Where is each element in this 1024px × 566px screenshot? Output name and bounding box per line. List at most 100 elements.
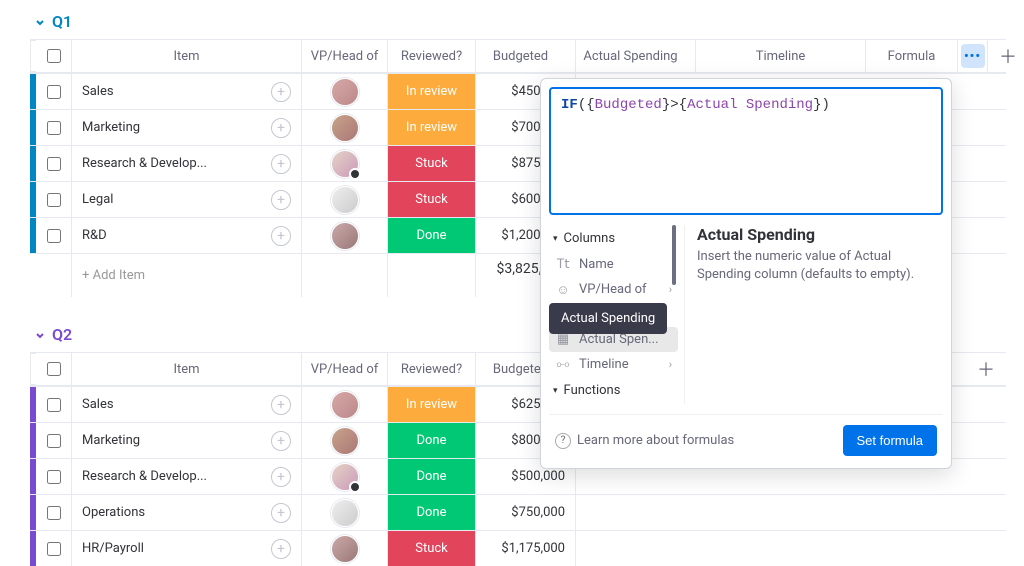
col-reviewed[interactable]: Reviewed? — [388, 353, 476, 385]
row-checkbox[interactable] — [36, 146, 72, 181]
reviewed-cell[interactable]: Stuck — [388, 531, 476, 566]
vp-cell[interactable] — [302, 387, 388, 422]
column-option-vp[interactable]: ☺ VP/Head of › — [549, 277, 678, 302]
add-item-button[interactable]: + Add Item — [72, 254, 302, 297]
functions-section[interactable]: ▾Functions — [549, 377, 678, 404]
chevron-right-icon: › — [669, 358, 672, 371]
plus-icon[interactable]: + — [271, 467, 291, 487]
reviewed-cell[interactable]: Done — [388, 423, 476, 458]
chevron-down-icon — [34, 16, 46, 28]
col-vp[interactable]: VP/Head of — [302, 40, 388, 72]
column-option-timeline[interactable]: ⧟ Timeline › — [549, 352, 678, 377]
row-checkbox[interactable] — [36, 459, 72, 494]
reviewed-cell[interactable]: In review — [388, 387, 476, 422]
item-cell[interactable]: Research & Develop...+ — [72, 459, 302, 494]
col-timeline[interactable]: Timeline — [696, 40, 866, 72]
item-cell[interactable]: Research & Develop...+ — [72, 146, 302, 181]
item-cell[interactable]: Operations+ — [72, 495, 302, 530]
col-reviewed[interactable]: Reviewed? — [388, 40, 476, 72]
col-budgeted[interactable]: Budgeted — [476, 40, 576, 72]
chevron-down-icon — [34, 329, 46, 341]
help-icon: ? — [555, 433, 571, 449]
plus-icon[interactable]: + — [271, 154, 291, 174]
col-item[interactable]: Item — [72, 40, 302, 72]
group-q1-title: Q1 — [52, 12, 72, 31]
set-formula-button[interactable]: Set formula — [843, 425, 937, 456]
vp-cell[interactable] — [302, 459, 388, 494]
people-icon: ☺ — [555, 283, 571, 297]
col-actual[interactable]: Actual Spending — [576, 40, 696, 72]
avatar — [331, 499, 359, 527]
formula-description: Actual Spending Insert the numeric value… — [684, 225, 943, 404]
add-column-button[interactable]: ＋ — [966, 353, 1006, 385]
avatar-badge-icon — [349, 168, 361, 180]
avatar — [331, 114, 359, 142]
plus-icon[interactable]: + — [271, 503, 291, 523]
plus-icon[interactable]: + — [271, 431, 291, 451]
vp-cell[interactable] — [302, 74, 388, 109]
row-checkbox[interactable] — [36, 182, 72, 217]
item-cell[interactable]: Marketing+ — [72, 110, 302, 145]
select-all-checkbox[interactable] — [36, 353, 72, 385]
plus-icon[interactable]: + — [271, 226, 291, 246]
tooltip: Actual Spending — [549, 303, 667, 334]
vp-cell[interactable] — [302, 146, 388, 181]
vp-cell[interactable] — [302, 495, 388, 530]
col-formula[interactable]: Formula — [866, 40, 958, 72]
plus-icon[interactable]: + — [271, 190, 291, 210]
row-checkbox[interactable] — [36, 74, 72, 109]
table-row: Operations+ Done $750,000 — [30, 494, 1006, 530]
reviewed-cell[interactable]: In review — [388, 110, 476, 145]
vp-cell[interactable] — [302, 182, 388, 217]
row-checkbox[interactable] — [36, 387, 72, 422]
select-all-checkbox[interactable] — [36, 40, 72, 72]
item-cell[interactable]: R&D+ — [72, 218, 302, 253]
item-cell[interactable]: HR/Payroll+ — [72, 531, 302, 566]
column-option-name[interactable]: T𝗍 Name — [549, 252, 678, 277]
timeline-icon: ⧟ — [555, 358, 571, 372]
formula-columns-list: ▾Columns T𝗍 Name ☺ VP/Head of › ≡ Review… — [549, 225, 684, 404]
reviewed-cell[interactable]: Done — [388, 495, 476, 530]
columns-section[interactable]: ▾Columns — [549, 225, 678, 252]
item-cell[interactable]: Legal+ — [72, 182, 302, 217]
learn-more-link[interactable]: ? Learn more about formulas — [555, 433, 734, 449]
reviewed-cell[interactable]: Done — [388, 459, 476, 494]
reviewed-cell[interactable]: In review — [388, 74, 476, 109]
row-checkbox[interactable] — [36, 110, 72, 145]
description-title: Actual Spending — [697, 225, 943, 244]
text-icon: T𝗍 — [555, 258, 571, 272]
avatar — [331, 535, 359, 563]
plus-icon[interactable]: + — [271, 118, 291, 138]
reviewed-cell[interactable]: Stuck — [388, 146, 476, 181]
item-cell[interactable]: Sales+ — [72, 387, 302, 422]
row-checkbox[interactable] — [36, 423, 72, 458]
add-column-button[interactable]: ＋ — [988, 40, 1024, 72]
item-cell[interactable]: Marketing+ — [72, 423, 302, 458]
column-more-button[interactable]: ••• — [958, 40, 988, 72]
plus-icon[interactable]: + — [271, 395, 291, 415]
vp-cell[interactable] — [302, 423, 388, 458]
budgeted-cell[interactable]: $750,000 — [476, 495, 576, 530]
reviewed-cell[interactable]: Done — [388, 218, 476, 253]
vp-cell[interactable] — [302, 218, 388, 253]
item-cell[interactable]: Sales+ — [72, 74, 302, 109]
col-item[interactable]: Item — [72, 353, 302, 385]
plus-icon[interactable]: + — [271, 82, 291, 102]
vp-cell[interactable] — [302, 110, 388, 145]
row-checkbox[interactable] — [36, 531, 72, 566]
plus-icon[interactable]: + — [271, 539, 291, 559]
row-checkbox[interactable] — [36, 218, 72, 253]
budgeted-cell[interactable]: $1,175,000 — [476, 531, 576, 566]
row-checkbox[interactable] — [36, 495, 72, 530]
chevron-right-icon: › — [669, 283, 672, 296]
table-row: HR/Payroll+ Stuck $1,175,000 — [30, 530, 1006, 566]
avatar — [331, 391, 359, 419]
vp-cell[interactable] — [302, 531, 388, 566]
formula-editor[interactable]: IF({Budgeted}>{Actual Spending}) — [549, 87, 943, 215]
reviewed-cell[interactable]: Stuck — [388, 182, 476, 217]
group-q1-header[interactable]: Q1 — [30, 8, 1006, 39]
group-q2-title: Q2 — [52, 325, 72, 344]
avatar — [331, 186, 359, 214]
col-vp[interactable]: VP/Head of — [302, 353, 388, 385]
meatball-icon: ••• — [961, 44, 985, 68]
